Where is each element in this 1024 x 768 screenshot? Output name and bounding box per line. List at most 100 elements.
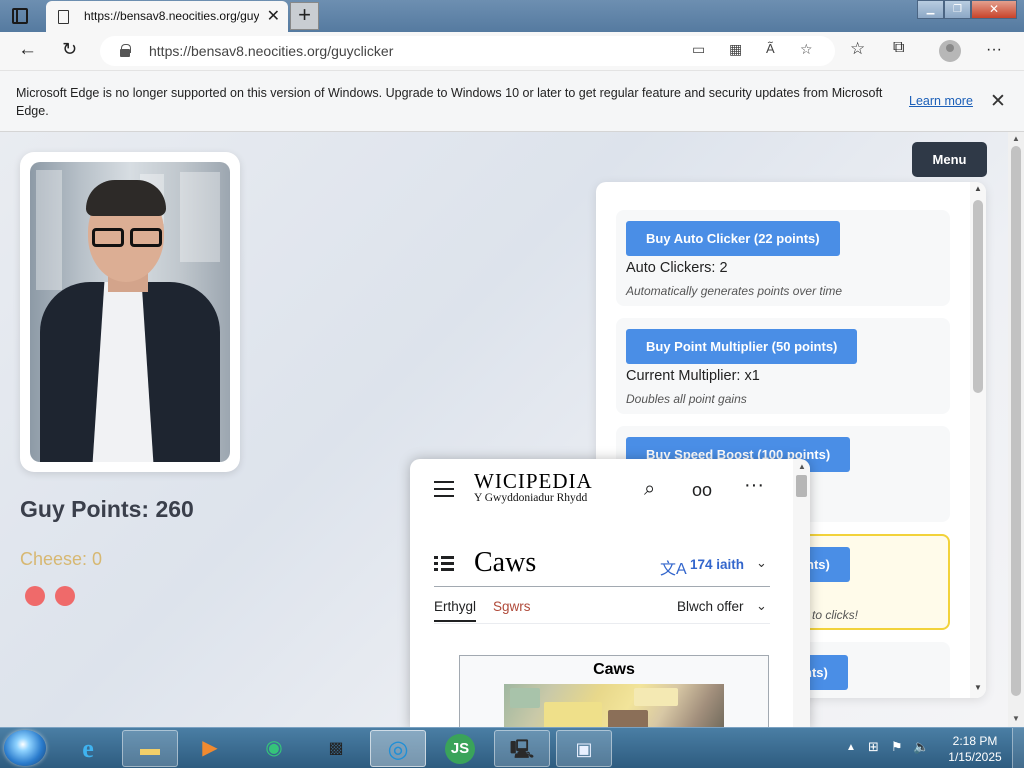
internet-explorer-icon[interactable]: e	[60, 730, 116, 767]
wiki-search-icon[interactable]: ⌕	[644, 478, 655, 501]
wiki-infobox: Caws	[459, 655, 769, 729]
wiki-tab-talk[interactable]: Sgwrs	[493, 599, 531, 614]
show-desktop-button[interactable]	[1012, 728, 1024, 768]
add-favorite-icon[interactable]: ☆	[800, 41, 813, 58]
infobox-title: Caws	[593, 661, 635, 678]
start-button-icon[interactable]	[4, 730, 46, 766]
network-icon[interactable]: ⊞	[868, 739, 879, 755]
app-available-icon[interactable]: ▭	[692, 41, 705, 58]
table-of-contents-icon[interactable]	[434, 556, 454, 572]
tab-actions-icon[interactable]	[12, 8, 28, 24]
windows-taskbar: e ▬ ▶ ◉ ▩ ◎ JS 🖳 ▣ ▲ ⊞ ⚑ 🔈 2:18 PM 1/15/…	[0, 727, 1024, 768]
infobar-close-icon[interactable]: ✕	[990, 90, 1006, 113]
cheese-counter: Cheese: 0	[20, 549, 103, 569]
more-menu-icon[interactable]: ···	[986, 41, 1002, 59]
auto-clicker-count: Auto Clickers: 2	[626, 260, 728, 276]
computer-icon[interactable]: ▣	[556, 730, 612, 767]
wiki-reading-glasses-icon[interactable]: oo	[692, 480, 712, 501]
page-scrollbar[interactable]: ▲ ▼	[1008, 132, 1024, 727]
remote-desktop-icon[interactable]: 🖳	[494, 730, 550, 767]
photo-background-window	[180, 172, 220, 262]
wiki-more-icon[interactable]: ···	[744, 474, 764, 497]
clock-time: 2:18 PM	[952, 734, 998, 748]
menu-button[interactable]: Menu	[912, 142, 987, 177]
featured-description: to clicks!	[812, 608, 859, 622]
learn-more-link[interactable]: Learn more	[909, 94, 973, 108]
clock-date: 1/15/2025	[948, 750, 1002, 764]
scroll-down-icon[interactable]: ▼	[974, 683, 982, 692]
wiki-article-title: Caws	[474, 547, 537, 578]
wikipedia-popup: WICIPEDIA Y Gwyddoniadur Rhydd ⌕ oo ··· …	[410, 459, 810, 729]
page-favicon-icon	[58, 10, 69, 24]
guy-points-counter: Guy Points: 260	[20, 496, 194, 522]
shop-scrollbar[interactable]: ▲ ▼	[970, 182, 986, 698]
address-bar[interactable]: https://bensav8.neocities.org/guyclicker…	[100, 36, 835, 66]
photo-hair	[86, 180, 166, 216]
guy-photo[interactable]	[30, 162, 230, 462]
collections-icon[interactable]: ⧉	[893, 39, 904, 57]
profile-avatar-icon[interactable]	[939, 40, 961, 62]
new-tab-button[interactable]: +	[290, 2, 319, 30]
upgrade-card-auto-clicker: Buy Auto Clicker (22 points) Auto Clicke…	[616, 210, 950, 306]
qr-code-icon[interactable]: ▦	[729, 41, 742, 58]
tab-title: https://bensav8.neocities.org/guyclicker	[84, 9, 259, 23]
language-icon[interactable]: 文A	[660, 555, 687, 579]
wiki-menu-icon[interactable]	[434, 481, 454, 497]
page-scroll-up-icon[interactable]: ▲	[1012, 134, 1020, 143]
restore-icon[interactable]: ❐	[944, 0, 971, 19]
wiki-scrollbar[interactable]: ▲	[793, 459, 810, 729]
wiki-scroll-up-icon[interactable]: ▲	[798, 462, 806, 471]
url-text[interactable]: https://bensav8.neocities.org/guyclicker	[149, 43, 393, 59]
window-controls: ▁ ❐ ✕	[917, 0, 1017, 19]
file-explorer-icon[interactable]: ▬	[122, 730, 178, 767]
chevron-down-icon[interactable]: ⌄	[756, 555, 767, 571]
wiki-languages-button[interactable]: 174 iaith	[690, 557, 744, 572]
wiki-tools-dropdown[interactable]: Blwch offer	[677, 599, 744, 614]
cheese-image[interactable]	[504, 684, 724, 729]
tab-close-icon[interactable]: ✕	[267, 6, 280, 26]
action-center-flag-icon[interactable]: ⚑	[891, 739, 903, 755]
scroll-up-icon[interactable]: ▲	[974, 184, 982, 193]
page-scroll-down-icon[interactable]: ▼	[1012, 714, 1020, 723]
multiplier-description: Doubles all point gains	[626, 392, 747, 406]
browser-titlebar: https://bensav8.neocities.org/guyclicker…	[0, 0, 1024, 32]
photo-glasses	[90, 228, 164, 248]
infobar-message: Microsoft Edge is no longer supported on…	[16, 86, 883, 118]
browser-tab[interactable]: https://bensav8.neocities.org/guyclicker…	[46, 1, 288, 32]
upgrade-card-multiplier: Buy Point Multiplier (50 points) Current…	[616, 318, 950, 414]
refresh-icon[interactable]: ↻	[62, 39, 77, 60]
divider	[434, 623, 770, 624]
show-hidden-icons[interactable]: ▲	[846, 742, 856, 753]
divider	[434, 586, 770, 587]
guy-click-target[interactable]	[20, 152, 240, 472]
app-green-icon[interactable]: ◉	[246, 730, 302, 767]
multiplier-count: Current Multiplier: x1	[626, 368, 760, 384]
wiki-tab-article[interactable]: Erthygl	[434, 599, 477, 622]
auto-clicker-description: Automatically generates points over time	[626, 284, 843, 298]
volume-icon[interactable]: 🔈	[913, 739, 929, 755]
read-aloud-icon[interactable]: A᷉	[766, 41, 775, 56]
back-arrow-icon[interactable]: ←	[18, 39, 37, 61]
js-app-icon[interactable]: JS	[432, 730, 488, 767]
close-window-icon[interactable]: ✕	[971, 0, 1017, 19]
wiki-logo[interactable]: WICIPEDIA	[474, 469, 593, 494]
page-scroll-thumb[interactable]	[1011, 146, 1021, 696]
buy-point-multiplier-button[interactable]: Buy Point Multiplier (50 points)	[626, 329, 858, 364]
red-dot-indicator	[25, 586, 45, 606]
red-dot-indicator	[55, 586, 75, 606]
minimize-icon[interactable]: ▁	[917, 0, 944, 19]
photo-background-window	[36, 170, 62, 290]
wiki-scroll-thumb[interactable]	[796, 475, 807, 497]
chevron-down-icon[interactable]: ⌄	[756, 598, 767, 614]
buy-auto-clicker-button[interactable]: Buy Auto Clicker (22 points)	[626, 221, 840, 256]
favorites-icon[interactable]: ☆	[850, 39, 865, 59]
media-player-icon[interactable]: ▶	[182, 730, 238, 767]
app-chip-icon[interactable]: ▩	[308, 730, 364, 767]
system-clock[interactable]: 2:18 PM 1/15/2025	[940, 733, 1010, 765]
shop-scroll-thumb[interactable]	[973, 200, 983, 393]
unsupported-os-infobar: Microsoft Edge is no longer supported on…	[0, 70, 1024, 132]
edge-browser-icon[interactable]: ◎	[370, 730, 426, 767]
browser-toolbar: ← ↻ https://bensav8.neocities.org/guycli…	[0, 32, 1024, 70]
wiki-tagline: Y Gwyddoniadur Rhydd	[474, 492, 588, 504]
lock-icon[interactable]	[120, 44, 131, 57]
